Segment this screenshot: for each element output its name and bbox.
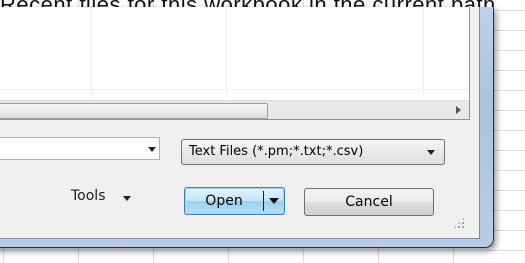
- dialog-client-area: Text Files (*.pm;*.txt;*.csv) Tools Open…: [0, 7, 480, 239]
- file-type-select[interactable]: Text Files (*.pm;*.txt;*.csv): [181, 139, 445, 165]
- scrollbar-thumb[interactable]: [0, 103, 268, 119]
- file-list-column-divider: [423, 7, 424, 97]
- open-button-label: Open: [205, 193, 243, 209]
- chevron-down-icon[interactable]: [148, 147, 156, 152]
- horizontal-scrollbar[interactable]: [0, 100, 469, 119]
- filename-input[interactable]: [0, 137, 160, 160]
- chevron-down-icon[interactable]: [123, 196, 131, 201]
- chevron-right-icon[interactable]: [456, 106, 461, 114]
- open-button[interactable]: Open: [184, 187, 285, 215]
- tools-menu[interactable]: Tools: [71, 188, 106, 204]
- file-list-row-divider: [0, 89, 469, 90]
- file-type-selected: Text Files (*.pm;*.txt;*.csv): [189, 144, 364, 159]
- chevron-down-icon[interactable]: [269, 198, 279, 204]
- file-list[interactable]: [0, 7, 470, 120]
- file-list-column-divider: [226, 7, 227, 97]
- resize-grip-icon[interactable]: [453, 217, 465, 229]
- split-divider: [263, 191, 264, 211]
- chevron-down-icon: [427, 150, 435, 155]
- file-list-column-divider: [91, 7, 92, 97]
- cancel-button[interactable]: Cancel: [304, 188, 434, 216]
- open-file-dialog: Text Files (*.pm;*.txt;*.csv) Tools Open…: [0, 7, 494, 248]
